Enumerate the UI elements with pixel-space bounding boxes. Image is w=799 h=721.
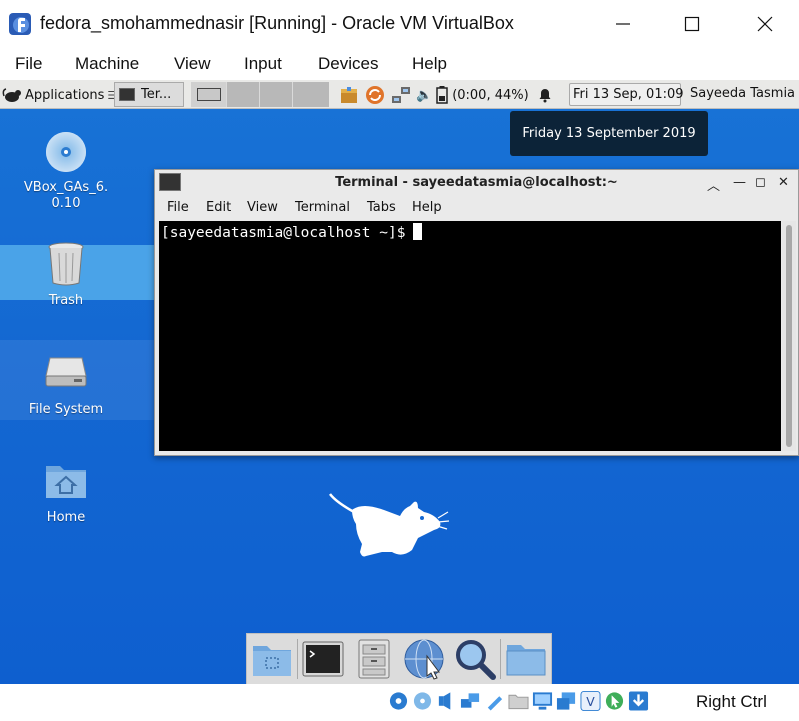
menu-file[interactable]: File <box>15 54 42 74</box>
minimize-icon[interactable]: — <box>733 175 746 190</box>
terminal-icon <box>119 88 135 101</box>
terminal-menu-help[interactable]: Help <box>412 200 442 215</box>
home-folder-icon <box>46 466 86 498</box>
taskbar-terminal-label: Ter... <box>141 87 172 102</box>
dock-web-browser[interactable] <box>399 635 449 683</box>
desktop-icon-label: File System <box>28 402 104 417</box>
workspace-4[interactable] <box>293 82 326 107</box>
file-manager-icon <box>358 639 390 679</box>
shared-folders-status-icon[interactable] <box>508 690 529 712</box>
notifications-bell-icon[interactable] <box>537 87 553 103</box>
virtualbox-fedora-icon <box>9 13 31 35</box>
menu-devices[interactable]: Devices <box>318 54 378 74</box>
shade-icon[interactable]: ︿ <box>707 175 720 194</box>
terminal-menu-tabs[interactable]: Tabs <box>367 200 396 215</box>
workspace-switcher[interactable] <box>191 82 329 107</box>
xfce-mouse-logo <box>329 493 450 557</box>
terminal-menu-view[interactable]: View <box>247 200 278 215</box>
menu-view[interactable]: View <box>174 54 211 74</box>
optical-disc-icon <box>46 132 86 172</box>
network-status-icon[interactable] <box>460 690 481 712</box>
svg-text:V: V <box>586 694 595 709</box>
folder-icon <box>506 645 546 676</box>
top-panel: Applications ☰ Ter... 🔈 (0:00, 44%) Fri … <box>0 80 799 109</box>
host-key-label: Right Ctrl <box>696 692 767 711</box>
virtualization-status-icon[interactable]: V <box>580 690 601 712</box>
text-cursor <box>413 223 423 240</box>
desktop-icon-label: Home <box>46 510 86 525</box>
battery-status: (0:00, 44%) <box>452 87 529 103</box>
desktop-icon-trash[interactable]: Trash <box>0 241 132 309</box>
minimize-icon <box>616 23 630 25</box>
optical-drive-status-icon[interactable] <box>412 690 433 712</box>
maximize-button[interactable] <box>677 10 707 38</box>
host-status-bar: V Right Ctrl <box>0 684 799 721</box>
clock[interactable]: Fri 13 Sep, 01:09 <box>569 83 684 106</box>
terminal-output[interactable]: [sayeedatasmia@localhost ~]$ <box>159 221 781 451</box>
dock <box>246 633 552 684</box>
mouse-integration-status-icon[interactable] <box>604 690 625 712</box>
xfce-mouse-icon <box>2 88 21 102</box>
device-status-icons: V <box>388 690 649 712</box>
menu-machine[interactable]: Machine <box>75 54 139 74</box>
close-icon <box>757 16 773 32</box>
terminal-menubar: File Edit View Terminal Tabs Help <box>155 197 798 219</box>
update-notifier-icon[interactable] <box>364 84 386 106</box>
battery-icon[interactable] <box>436 86 448 104</box>
applications-label: Applications <box>25 87 105 103</box>
window-title: fedora_smohammednasir [Running] - Oracle… <box>40 13 514 33</box>
usb-status-icon[interactable] <box>484 690 505 712</box>
search-icon <box>455 640 496 680</box>
user-menu[interactable]: Sayeeda Tasmia <box>690 86 795 101</box>
web-browser-icon <box>404 639 444 680</box>
maximize-icon <box>684 16 700 32</box>
keyboard-capture-status-icon[interactable] <box>628 690 649 712</box>
terminal-window[interactable]: Terminal - sayeedatasmia@localhost:~ ︿ —… <box>154 169 799 456</box>
network-icon[interactable] <box>390 84 412 106</box>
desktop-icon-file-system[interactable]: File System <box>0 354 132 418</box>
dock-show-desktop[interactable] <box>247 635 297 683</box>
desktop-icon-vbox-gas[interactable]: VBox_GAs_6. 0.10 <box>0 130 132 212</box>
workspace-3[interactable] <box>260 82 293 107</box>
workspace-1[interactable] <box>191 82 227 107</box>
show-desktop-icon <box>253 646 292 676</box>
menu-input[interactable]: Input <box>244 54 282 74</box>
video-capture-status-icon[interactable] <box>556 690 577 712</box>
dock-file-manager[interactable] <box>349 635 399 683</box>
menu-help[interactable]: Help <box>412 54 447 74</box>
close-button[interactable] <box>750 10 780 38</box>
date-tooltip: Friday 13 September 2019 <box>510 111 708 156</box>
host-title-bar: fedora_smohammednasir [Running] - Oracle… <box>0 0 799 48</box>
workspace-2[interactable] <box>227 82 260 107</box>
terminal-icon <box>302 641 344 677</box>
maximize-icon[interactable]: ◻ <box>755 175 766 190</box>
audio-status-icon[interactable] <box>436 690 457 712</box>
terminal-title: Terminal - sayeedatasmia@localhost:~ <box>335 175 618 190</box>
desktop-icon-label: Trash <box>48 293 84 308</box>
terminal-menu-edit[interactable]: Edit <box>206 200 231 215</box>
desktop-icon-label: VBox_GAs_6. 0.10 <box>23 180 109 211</box>
package-updates-icon[interactable] <box>338 84 360 106</box>
dock-folder[interactable] <box>501 635 551 683</box>
close-icon[interactable]: ✕ <box>778 175 789 190</box>
terminal-menu-terminal[interactable]: Terminal <box>295 200 350 215</box>
trash-icon <box>48 242 84 286</box>
terminal-scrollbar[interactable] <box>782 221 796 451</box>
volume-icon[interactable]: 🔈 <box>416 88 432 103</box>
host-menubar: File Machine View Input Devices Help <box>0 48 799 80</box>
shell-prompt: [sayeedatasmia@localhost ~]$ <box>161 225 406 241</box>
minimize-button[interactable] <box>608 10 638 38</box>
taskbar-terminal-button[interactable]: Ter... <box>114 82 184 107</box>
hard-disk-status-icon[interactable] <box>388 690 409 712</box>
dock-search[interactable] <box>449 635 499 683</box>
system-tray: 🔈 (0:00, 44%) <box>338 84 553 106</box>
applications-menu-button[interactable]: Applications ☰ <box>2 84 117 106</box>
drive-icon <box>45 357 87 387</box>
dock-terminal[interactable] <box>298 635 348 683</box>
display-status-icon[interactable] <box>532 690 553 712</box>
desktop-icon-home[interactable]: Home <box>0 460 132 526</box>
terminal-title-bar[interactable]: Terminal - sayeedatasmia@localhost:~ ︿ —… <box>155 170 798 196</box>
terminal-menu-file[interactable]: File <box>167 200 189 215</box>
vm-screen[interactable]: Applications ☰ Ter... 🔈 (0:00, 44%) Fri … <box>0 80 799 684</box>
